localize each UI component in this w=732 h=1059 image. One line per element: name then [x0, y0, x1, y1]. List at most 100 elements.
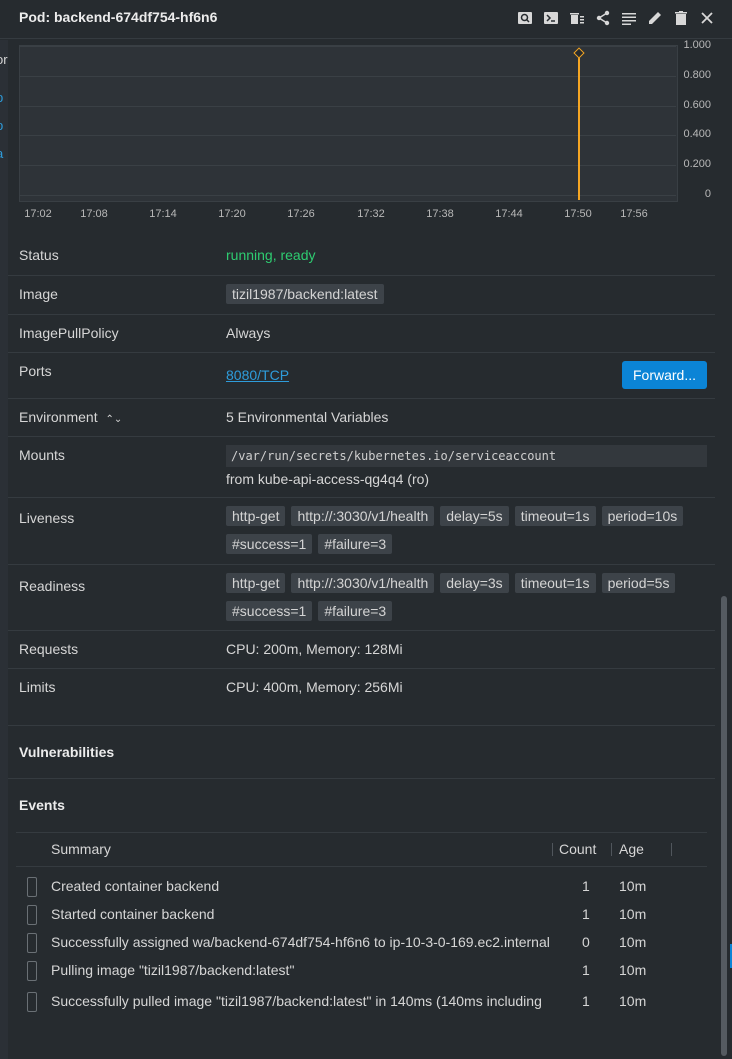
probe-chip: http://:3030/v1/health [291, 573, 435, 593]
mount-source: from kube-api-access-qg4q4 (ro) [226, 471, 430, 487]
event-type-icon [27, 905, 37, 925]
probe-chip: #success=1 [226, 534, 313, 554]
toolbar [516, 8, 716, 28]
probe-chip: http-get [226, 573, 286, 593]
y-tick-label: 1.000 [683, 39, 711, 51]
event-summary: Pulling image "tizil1987/backend:latest" [51, 962, 295, 978]
probe-chip: http://:3030/v1/health [291, 506, 435, 526]
x-tick-label: 17:44 [495, 208, 523, 220]
events-title: Events [19, 797, 65, 813]
requests-value: CPU: 200m, Memory: 128Mi [226, 641, 403, 657]
event-summary: Started container backend [51, 906, 215, 922]
event-type-icon [27, 992, 37, 1012]
probe-chip: delay=3s [440, 573, 509, 593]
limits-row: Limits CPU: 400m, Memory: 256Mi [8, 669, 715, 706]
liveness-row: Liveness http-get http://:3030/v1/health d… [8, 498, 715, 565]
image-row: Image tizil1987/backend:latest [8, 276, 715, 315]
vertical-scrollbar[interactable] [721, 596, 727, 1056]
table-row[interactable]: Successfully pulled image "tizil1987/bac… [16, 988, 707, 1016]
pull-policy-label: ImagePullPolicy [19, 325, 119, 341]
column-divider [671, 843, 672, 856]
column-count[interactable]: Count [559, 841, 596, 857]
environment-row: Environment ⌃⌄ 5 Environmental Variables [8, 399, 715, 437]
environment-value: 5 Environmental Variables [226, 409, 389, 425]
event-type-icon [27, 933, 37, 953]
event-age: 10m [619, 906, 647, 922]
port-link[interactable]: 8080/TCP [226, 367, 289, 383]
probe-chip: timeout=1s [514, 506, 596, 526]
y-tick-label: 0 [704, 187, 711, 200]
y-tick-label: 0.800 [683, 68, 711, 81]
table-row[interactable]: Started container backend 1 10m [16, 901, 707, 929]
x-tick-label: 17:02 [24, 208, 52, 220]
column-divider [611, 843, 612, 856]
trash-icon[interactable] [672, 8, 690, 28]
share-icon[interactable] [594, 8, 612, 28]
clipped-link: p [0, 118, 3, 133]
event-type-icon [27, 877, 37, 897]
column-age[interactable]: Age [619, 841, 644, 857]
event-age: 10m [619, 993, 647, 1009]
mounts-label: Mounts [19, 447, 65, 463]
drawer-title: Pod: backend-674df754-hf6n6 [19, 9, 218, 25]
probe-chip: #failure=3 [318, 534, 393, 554]
probe-chip: timeout=1s [514, 573, 596, 593]
table-row[interactable]: Created container backend 1 10m [16, 873, 707, 901]
limits-label: Limits [19, 679, 56, 695]
close-icon[interactable] [698, 8, 716, 28]
status-row: Status running, ready [8, 237, 715, 276]
x-tick-label: 17:32 [357, 208, 385, 220]
liveness-label: Liveness [19, 510, 75, 526]
probe-chip: period=5s [601, 573, 676, 593]
limits-value: CPU: 400m, Memory: 256Mi [226, 679, 403, 695]
environment-toggle[interactable]: Environment ⌃⌄ [8, 399, 226, 436]
events-rows: Created container backend 1 10m Started con… [16, 873, 707, 1016]
x-tick-label: 17:20 [218, 208, 246, 220]
table-header: Summary Count Age [16, 832, 707, 867]
vulnerabilities-title: Vulnerabilities [19, 744, 115, 760]
y-tick-label: 0.200 [683, 158, 711, 171]
image-chip: tizil1987/backend:latest [226, 284, 384, 304]
table-row[interactable]: Pulling image "tizil1987/backend:latest"… [16, 957, 707, 985]
drawer-header: Pod: backend-674df754-hf6n6 [0, 0, 732, 39]
x-tick-label: 17:50 [564, 208, 592, 220]
clipped-link: a [0, 146, 3, 161]
event-type-icon [27, 961, 37, 981]
column-summary[interactable]: Summary [51, 841, 111, 857]
mount-path: /var/run/secrets/kubernetes.io/serviceac… [226, 445, 707, 467]
table-row[interactable]: Successfully assigned wa/backend-674df75… [16, 929, 707, 957]
column-divider [552, 843, 553, 856]
readiness-label: Readiness [19, 578, 86, 594]
sort-toggle-icon: ⌃⌄ [105, 414, 123, 425]
terminal-icon[interactable] [542, 8, 560, 28]
event-count: 1 [582, 878, 590, 894]
liveness-chips: http-get http://:3030/v1/health delay=5s ti… [226, 498, 715, 564]
environment-label: Environment [19, 409, 98, 425]
logs-icon[interactable] [620, 8, 638, 28]
pod-details: Status running, ready Image tizil1987/ba… [8, 237, 715, 706]
ports-row: Ports 8080/TCP Forward... [8, 353, 715, 399]
x-tick-label: 17:08 [80, 208, 108, 220]
event-age: 10m [619, 878, 647, 894]
delete-pods-icon[interactable] [568, 8, 586, 28]
forward-button[interactable]: Forward... [621, 361, 707, 389]
requests-label: Requests [19, 641, 79, 657]
probe-chip: #success=1 [226, 601, 313, 621]
readiness-row: Readiness http-get http://:3030/v1/health… [8, 565, 715, 631]
probe-chip: period=10s [601, 506, 684, 526]
event-summary: Successfully assigned wa/backend-674df75… [51, 934, 550, 950]
event-age: 10m [619, 962, 647, 978]
event-count: 1 [582, 993, 590, 1009]
search-icon[interactable] [516, 8, 534, 28]
readiness-chips: http-get http://:3030/v1/health delay=3s ti… [226, 565, 715, 630]
edit-icon[interactable] [646, 8, 664, 28]
mounts-row: Mounts /var/run/secrets/kubernetes.io/se… [8, 437, 715, 498]
x-tick-label: 17:26 [287, 208, 315, 220]
grid-line [19, 46, 676, 47]
pull-policy-value: Always [226, 325, 271, 341]
divider [8, 725, 715, 726]
ports-label: Ports [19, 363, 52, 379]
cpu-usage-chart: 1.000 0.800 0.600 0.400 0.200 0 17:02 17:08 17:1… [19, 39, 715, 225]
event-age: 10m [619, 934, 647, 950]
x-tick-label: 17:14 [149, 208, 177, 220]
